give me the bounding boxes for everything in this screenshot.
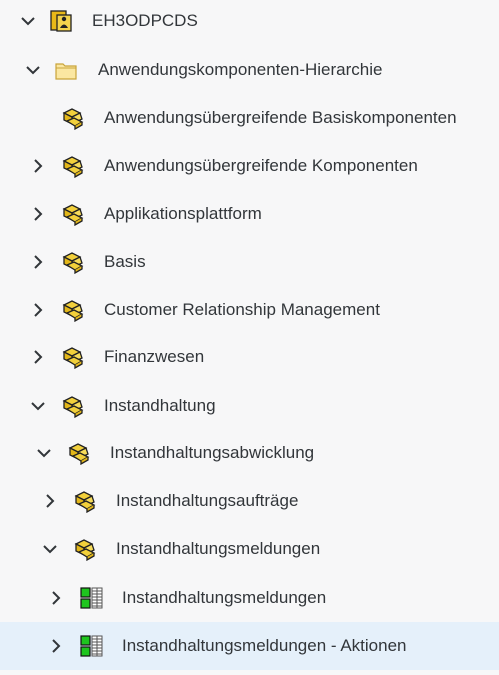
- component-icon: [61, 394, 85, 418]
- tree-node-label: Anwendungsübergreifende Komponenten: [104, 156, 418, 175]
- tree-node[interactable]: Anwendungsübergreifende Komponenten: [0, 142, 499, 190]
- component-icon: [73, 489, 97, 513]
- tree-node-label: Anwendungsübergreifende Basiskomponenten: [104, 108, 457, 127]
- tree-node-label: Instandhaltungsabwicklung: [110, 443, 315, 462]
- chevron-right-icon[interactable]: [29, 253, 47, 271]
- tree-node[interactable]: EH3ODPCDS: [0, 0, 499, 45]
- component-icon: [61, 106, 85, 130]
- component-icon: [67, 441, 91, 465]
- component-icon: [61, 154, 85, 178]
- component-icon: [61, 202, 85, 226]
- tree-node-label: Applikationsplattform: [104, 204, 262, 223]
- tree-node[interactable]: Instandhaltungsabwicklung: [0, 429, 499, 477]
- folder-icon: [54, 58, 78, 82]
- system-icon: [49, 9, 73, 33]
- chevron-down-icon[interactable]: [19, 12, 37, 30]
- tree-node[interactable]: Applikationsplattform: [0, 190, 499, 238]
- tree-node[interactable]: Instandhaltung: [0, 382, 499, 430]
- tree-node-selected[interactable]: Instandhaltungsmeldungen - Aktionen: [0, 622, 499, 670]
- tree-node[interactable]: Customer Relationship Management: [0, 286, 499, 334]
- tree-node[interactable]: Finanzwesen: [0, 333, 499, 381]
- chevron-right-icon[interactable]: [29, 205, 47, 223]
- component-icon: [73, 537, 97, 561]
- tree-node-label: Anwendungskomponenten-Hierarchie: [98, 60, 383, 79]
- component-icon: [61, 250, 85, 274]
- tree-node[interactable]: Anwendungskomponenten-Hierarchie: [0, 46, 499, 94]
- tree-node-label: Instandhaltungsmeldungen - Aktionen: [122, 636, 407, 655]
- tree-node[interactable]: Anwendungsübergreifende Basiskomponenten: [0, 94, 499, 142]
- chevron-right-icon[interactable]: [29, 348, 47, 366]
- chevron-down-icon[interactable]: [35, 444, 53, 462]
- tree-node-label: Finanzwesen: [104, 347, 205, 366]
- component-icon: [61, 345, 85, 369]
- tree-node[interactable]: Instandhaltungsaufträge: [0, 477, 499, 525]
- tree-node-label: Customer Relationship Management: [104, 300, 380, 319]
- tree-node-label: Instandhaltungsmeldungen: [116, 539, 321, 558]
- chevron-right-icon[interactable]: [41, 492, 59, 510]
- chevron-right-icon[interactable]: [29, 301, 47, 319]
- chevron-right-icon[interactable]: [47, 589, 65, 607]
- cds-view-icon: [80, 634, 104, 658]
- chevron-right-icon[interactable]: [47, 637, 65, 655]
- chevron-down-icon[interactable]: [41, 540, 59, 558]
- cds-view-icon: [80, 586, 104, 610]
- tree-node-label: EH3ODPCDS: [92, 11, 198, 30]
- component-icon: [61, 298, 85, 322]
- tree-node-label: Instandhaltungsaufträge: [116, 491, 299, 510]
- chevron-down-icon[interactable]: [24, 61, 42, 79]
- tree-node-label: Instandhaltungsmeldungen: [122, 588, 327, 607]
- tree-node[interactable]: Instandhaltungsmeldungen: [0, 574, 499, 622]
- tree-node[interactable]: Basis: [0, 238, 499, 286]
- tree-node[interactable]: Instandhaltungsmeldungen: [0, 525, 499, 573]
- chevron-right-icon[interactable]: [29, 157, 47, 175]
- tree-node-label: Instandhaltung: [104, 396, 216, 415]
- tree-node-label: Basis: [104, 252, 146, 271]
- chevron-down-icon[interactable]: [29, 397, 47, 415]
- tree-view: EH3ODPCDS Anwendungskomponenten-Hierarch…: [0, 0, 499, 675]
